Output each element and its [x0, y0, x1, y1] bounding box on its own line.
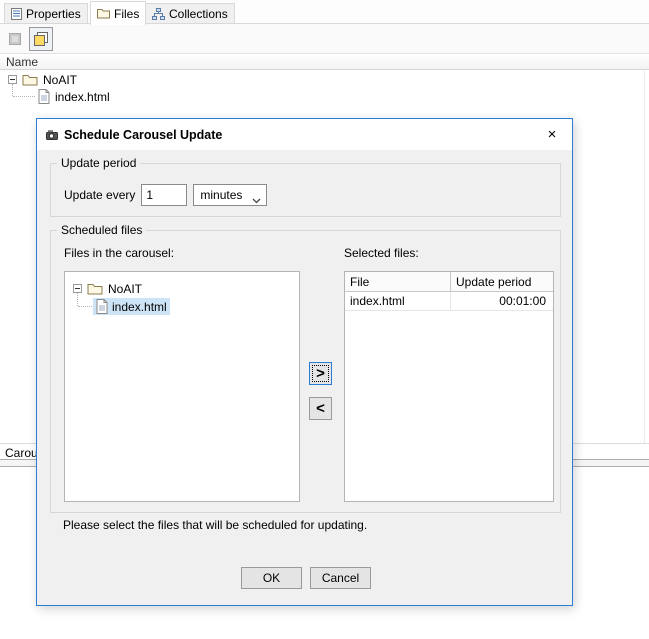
name-column-header[interactable]: Name — [0, 53, 649, 70]
toolbar-button-disabled[interactable] — [3, 27, 27, 51]
chevron-down-icon — [252, 193, 261, 207]
ok-button[interactable]: OK — [241, 567, 302, 589]
tab-collections[interactable]: Collections — [145, 3, 235, 24]
table-cell-file: index.html — [345, 292, 451, 310]
scheduled-files-legend: Scheduled files — [57, 223, 147, 237]
add-collection-icon — [33, 31, 49, 47]
add-file-button[interactable]: > — [309, 362, 332, 385]
scheduled-files-group: Scheduled files Files in the carousel: S… — [50, 223, 561, 513]
dialog-title-bar[interactable]: Schedule Carousel Update × — [37, 119, 572, 150]
tree-connector — [78, 306, 92, 307]
disabled-tool-icon — [7, 31, 23, 47]
folder-icon — [22, 73, 38, 86]
tree-label-noait: NoAIT — [43, 72, 78, 87]
collapse-toggle-icon[interactable] — [8, 75, 17, 84]
name-column-label: Name — [6, 54, 39, 69]
selected-files-label: Selected files: — [344, 246, 419, 260]
tree-connector — [13, 96, 35, 97]
tree-connector — [12, 84, 13, 96]
top-tab-bar: Properties Files Collections — [0, 0, 649, 25]
toolbar — [0, 24, 649, 53]
bottom-tab-carousel[interactable]: Carou — [0, 445, 38, 460]
panel-right-edge — [644, 70, 645, 443]
update-period-legend: Update period — [57, 156, 141, 170]
application-window: Properties Files Collections Name NoAIT … — [0, 0, 649, 639]
tab-collections-label: Collections — [169, 6, 228, 21]
tree-label-indexhtml: index.html — [55, 89, 110, 104]
carousel-files-label: Files in the carousel: — [64, 246, 175, 260]
update-interval-input[interactable] — [141, 184, 188, 206]
selected-files-table-panel[interactable]: File Update period index.html 00:01:00 — [344, 271, 554, 502]
properties-icon — [11, 7, 22, 20]
table-cell-period: 00:01:00 — [499, 294, 546, 308]
collections-icon — [152, 7, 165, 20]
dialog-tree-label-noait: NoAIT — [108, 281, 143, 296]
folder-icon — [87, 282, 103, 295]
cancel-button[interactable]: Cancel — [310, 567, 371, 589]
collapse-toggle-icon[interactable] — [73, 284, 82, 293]
dialog-tree-label-indexhtml: index.html — [112, 299, 167, 314]
table-header-file[interactable]: File — [345, 272, 451, 291]
carousel-dialog-icon — [45, 128, 59, 142]
bottom-tab-label: Carou — [5, 445, 38, 460]
tree-row-noait[interactable]: NoAIT — [8, 71, 77, 88]
carousel-files-tree-panel[interactable]: NoAIT index.html — [64, 271, 300, 502]
remove-file-button[interactable]: < — [309, 397, 332, 420]
tree-connector — [77, 293, 78, 306]
document-icon — [38, 89, 50, 104]
table-header-update-period[interactable]: Update period — [451, 272, 553, 291]
schedule-carousel-update-dialog: Schedule Carousel Update × Update period… — [36, 118, 573, 606]
update-unit-value: minutes — [200, 188, 243, 202]
close-icon[interactable]: × — [540, 124, 564, 144]
document-icon — [96, 299, 108, 314]
update-unit-dropdown[interactable]: minutes — [193, 184, 268, 207]
tab-files[interactable]: Files — [90, 1, 147, 25]
dialog-title: Schedule Carousel Update — [64, 127, 223, 142]
tab-files-label: Files — [114, 6, 140, 21]
dialog-hint-text: Please select the files that will be sch… — [63, 518, 368, 532]
tab-properties-label: Properties — [26, 6, 81, 21]
tree-row-indexhtml[interactable]: index.html — [38, 88, 110, 105]
toolbar-button-add-collection[interactable] — [29, 27, 53, 51]
table-row[interactable]: index.html 00:01:00 — [345, 292, 553, 311]
update-period-group: Update period Update every minutes — [50, 156, 561, 217]
selected-tree-item[interactable]: index.html — [93, 298, 170, 315]
update-period-row: Update every minutes — [64, 184, 268, 207]
update-every-label: Update every — [64, 188, 136, 202]
dialog-tree-row-indexhtml[interactable]: index.html — [93, 298, 170, 315]
files-icon — [97, 8, 110, 19]
tab-properties[interactable]: Properties — [4, 3, 88, 24]
table-header-row: File Update period — [345, 272, 553, 292]
dialog-tree-row-noait[interactable]: NoAIT — [73, 280, 142, 297]
